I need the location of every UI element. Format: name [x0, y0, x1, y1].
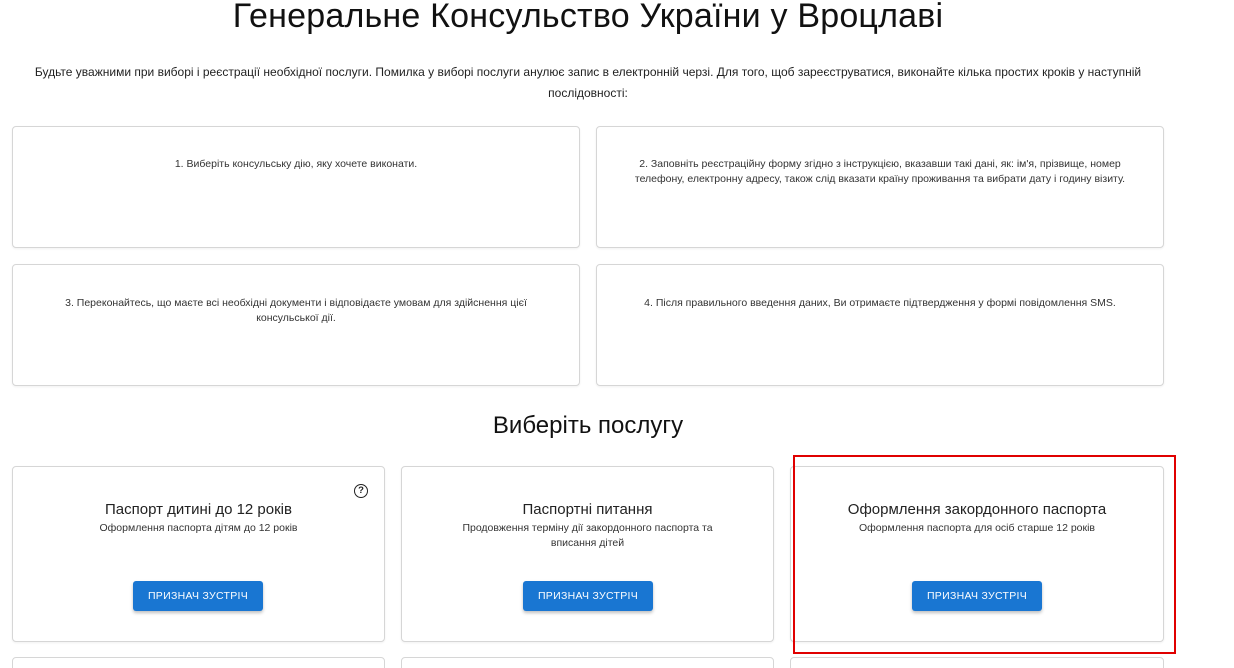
- step-text-4: 4. Після правильного введення даних, Ви …: [644, 297, 1116, 309]
- service-card-partial: [790, 657, 1164, 668]
- service-title: Паспорт дитині до 12 років: [105, 501, 292, 518]
- step-text-3: 3. Переконайтесь, що маєте всі необхідні…: [65, 297, 527, 324]
- step-card-3: 3. Переконайтесь, що маєте всі необхідні…: [12, 264, 580, 386]
- service-card-partial: [12, 657, 385, 668]
- book-appointment-button[interactable]: ПРИЗНАЧ ЗУСТРІЧ: [912, 581, 1042, 611]
- service-card-child-passport: ? Паспорт дитині до 12 років Оформлення …: [12, 466, 385, 642]
- service-card-foreign-passport: Оформлення закордонного паспорта Оформле…: [790, 466, 1164, 642]
- service-subtitle: Оформлення паспорта для осіб старше 12 р…: [858, 522, 1096, 534]
- service-card-passport-issues: Паспортні питання Продовження терміну ді…: [401, 466, 774, 642]
- service-title: Паспортні питання: [522, 501, 653, 518]
- services-heading: Виберіть послугу: [492, 412, 684, 439]
- step-text-1: 1. Виберіть консульську дію, яку хочете …: [174, 158, 418, 170]
- step-card-4: 4. Після правильного введення даних, Ви …: [596, 264, 1164, 386]
- page: Генеральне Консульство України у Вроцлав…: [0, 0, 1234, 668]
- intro-text: Будьте уважними при виборі і реєстрації …: [34, 65, 1142, 100]
- service-card-partial: [401, 657, 774, 668]
- book-appointment-button[interactable]: ПРИЗНАЧ ЗУСТРІЧ: [133, 581, 263, 611]
- book-appointment-button[interactable]: ПРИЗНАЧ ЗУСТРІЧ: [523, 581, 653, 611]
- step-text-2: 2. Заповніть реєстраційну форму згідно з…: [634, 158, 1126, 185]
- step-card-1: 1. Виберіть консульську дію, яку хочете …: [12, 126, 580, 248]
- service-title: Оформлення закордонного паспорта: [847, 501, 1107, 518]
- step-card-2: 2. Заповніть реєстраційну форму згідно з…: [596, 126, 1164, 248]
- page-title: Генеральне Консульство України у Вроцлав…: [232, 0, 944, 35]
- help-circle-icon[interactable]: ?: [354, 484, 368, 498]
- service-subtitle: Продовження терміну дії закордонного пас…: [462, 522, 713, 549]
- service-subtitle: Оформлення паспорта дітям до 12 років: [99, 522, 298, 534]
